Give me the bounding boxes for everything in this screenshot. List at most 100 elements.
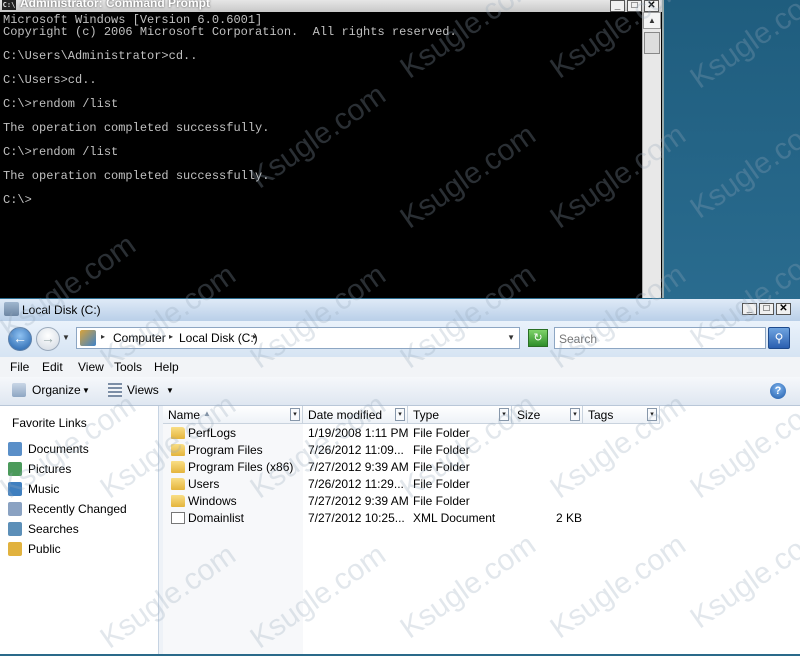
file-type: File Folder [413,460,470,474]
explorer-maximize-button[interactable]: □ [759,303,774,315]
explorer-close-button[interactable]: ✕ [776,303,791,315]
explorer-minimize-button[interactable]: _ [742,303,757,315]
file-date-modified: 7/26/2012 11:09... [308,443,404,457]
column-filter-dropdown-icon[interactable]: ▾ [570,408,580,421]
favorite-link-label: Recently Changed [28,502,127,516]
cmd-scroll-thumb[interactable] [644,32,660,54]
menu-help[interactable]: Help [154,360,179,374]
column-header-size[interactable]: Size ▾ [512,406,583,424]
file-name: Program Files [188,443,263,457]
explorer-window[interactable]: Local Disk (C:) _ □ ✕ ← → ▼ ▸ Computer ▸… [0,299,800,654]
file-date-modified: 7/26/2012 11:29... [308,477,404,491]
menu-edit[interactable]: Edit [42,360,63,374]
file-row[interactable]: Users 7/26/2012 11:29... File Folder [163,476,800,493]
cmd-vertical-scrollbar[interactable]: ▲ [642,12,661,298]
file-date-modified: 7/27/2012 9:39 AM [308,460,409,474]
file-type: XML Document [413,511,496,525]
organize-button[interactable]: Organize [32,383,81,397]
folder-icon [171,495,185,507]
cmd-close-button[interactable]: ✕ [644,0,659,12]
forward-button[interactable]: → [36,327,60,351]
back-button[interactable]: ← [8,327,32,351]
breadcrumb-computer[interactable]: Computer [113,331,166,345]
breadcrumb-separator-icon[interactable]: ▸ [169,332,173,341]
xml-document-icon [171,512,185,524]
cmd-minimize-button[interactable]: _ [610,0,625,12]
console-line: Copyright (c) 2006 Microsoft Corporation… [3,25,457,39]
column-filter-dropdown-icon[interactable]: ▾ [647,408,657,421]
file-type: File Folder [413,477,470,491]
computer-icon [80,330,96,346]
breadcrumb-separator-icon[interactable]: ▸ [101,332,105,341]
scroll-up-arrow-icon[interactable]: ▲ [643,12,661,29]
cmd-maximize-button[interactable]: □ [627,0,642,12]
file-date-modified: 7/27/2012 9:39 AM [308,494,409,508]
column-header-label: Size [517,408,541,422]
console-line: The operation completed successfully. [3,169,270,183]
search-input[interactable] [557,329,761,349]
column-filter-dropdown-icon[interactable]: ▾ [290,408,300,421]
pictures-icon [8,462,22,476]
menu-bar: File Edit View Tools Help [0,357,800,377]
console-line: C:\>rendom /list [3,145,119,159]
column-header-tags[interactable]: Tags ▾ [583,406,660,424]
file-type: File Folder [413,426,470,440]
views-button[interactable]: Views [127,383,159,397]
folder-icon [171,427,185,439]
recent-pages-dropdown-icon[interactable]: ▼ [62,333,70,342]
explorer-window-title: Local Disk (C:) [22,303,101,317]
organize-icon[interactable] [12,383,26,397]
file-name: PerfLogs [188,426,237,440]
public-folder-icon [8,542,22,556]
address-bar[interactable]: ▸ Computer ▸ Local Disk (C:) ▸ ▼ [76,327,520,349]
file-row[interactable]: Windows 7/27/2012 9:39 AM File Folder [163,493,800,510]
command-prompt-window[interactable]: C:\ Administrator: Command Prompt _ □ ✕ … [0,0,664,298]
file-row[interactable]: Program Files 7/26/2012 11:09... File Fold… [163,442,800,459]
favorite-link-label: Public [28,542,61,556]
explorer-title-bar[interactable]: Local Disk (C:) _ □ ✕ [0,299,800,321]
search-box[interactable] [554,327,766,349]
console-line: C:\>rendom /list [3,97,119,111]
file-row[interactable]: Program Files (x86) 7/27/2012 9:39 AM File… [163,459,800,476]
breadcrumb-local-disk[interactable]: Local Disk (C:) [179,331,258,345]
cmd-window-title: Administrator: Command Prompt [20,0,211,10]
documents-icon [8,442,22,456]
column-header-type[interactable]: Type ▾ [408,406,512,424]
column-header-label: Tags [588,408,614,422]
menu-file[interactable]: File [10,360,29,374]
views-icon[interactable] [108,383,122,397]
searches-icon [8,522,22,536]
drive-icon [4,302,19,316]
console-line: The operation completed successfully. [3,121,270,135]
menu-tools[interactable]: Tools [114,360,142,374]
refresh-button[interactable]: ↻ [528,329,548,347]
file-type: File Folder [413,494,470,508]
file-list: Name ▲ ▾ Date modified ▾ Type ▾ Size ▾ Tags ▾ Perf… [163,406,800,654]
file-type: File Folder [413,443,470,457]
address-dropdown-icon[interactable]: ▼ [507,333,515,342]
music-icon [8,482,22,496]
menu-view[interactable]: View [78,360,104,374]
recently-changed-icon [8,502,22,516]
favorite-links-header: Favorite Links [12,416,87,430]
breadcrumb-separator-icon[interactable]: ▸ [253,332,257,341]
command-bar: Organize ▼ Views ▼ ? [0,377,800,406]
cmd-title-bar[interactable]: C:\ Administrator: Command Prompt _ □ ✕ [0,0,662,12]
file-row[interactable]: PerfLogs 1/19/2008 1:11 PM File Folder [163,425,800,442]
column-header-label: Date modified [308,408,383,422]
views-dropdown-icon[interactable]: ▼ [166,386,174,395]
column-filter-dropdown-icon[interactable]: ▾ [499,408,509,421]
help-icon[interactable]: ? [770,383,786,399]
favorite-link-label: Music [28,482,60,496]
column-header-name[interactable]: Name ▲ ▾ [163,406,303,424]
column-filter-dropdown-icon[interactable]: ▾ [395,408,405,421]
organize-dropdown-icon[interactable]: ▼ [82,386,90,395]
file-row[interactable]: Domainlist 7/27/2012 10:25... XML Document… [163,510,800,527]
sort-ascending-icon: ▲ [203,409,211,418]
cmd-console-output[interactable]: Microsoft Windows [Version 6.0.6001] Copy… [3,14,639,298]
file-size: 2 KB [556,511,583,525]
column-header-date-modified[interactable]: Date modified ▾ [303,406,408,424]
column-header-label: Name [168,408,201,422]
search-icon[interactable]: ⚲ [768,327,790,349]
